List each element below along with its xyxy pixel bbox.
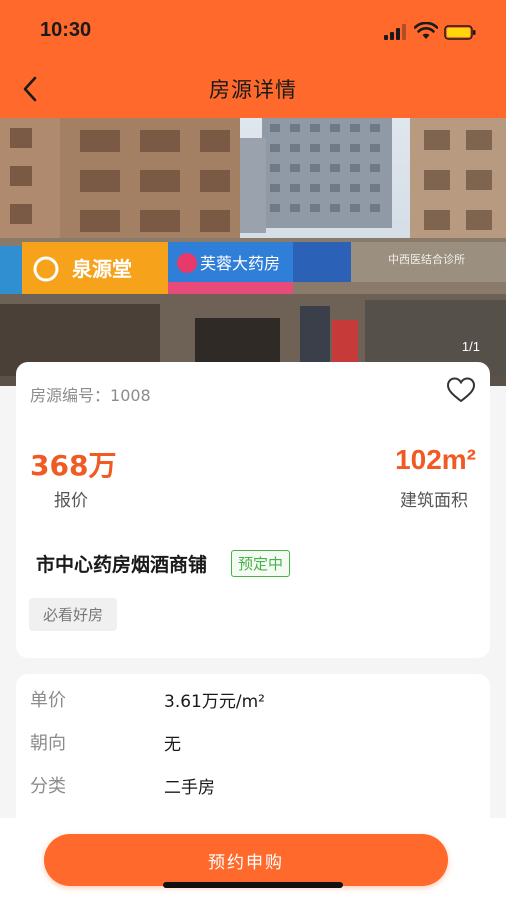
- detail-value: 无: [164, 735, 181, 755]
- detail-value: 二手房: [164, 778, 215, 798]
- page-title: 房源详情: [209, 78, 297, 102]
- bottom-action-bar: 预约申购: [0, 818, 506, 900]
- listing-number-label: 房源编号：: [30, 386, 111, 405]
- photo-counter: 1/1: [461, 339, 480, 354]
- storefront-image: 泉源堂 芙蓉大药房 中西医结合诊所: [0, 118, 506, 386]
- price-value: 368万: [30, 449, 117, 482]
- app-header: 10:30 房源详情: [0, 0, 506, 118]
- area-label: 建筑面积: [400, 491, 468, 511]
- listing-number-value: 1008: [110, 386, 151, 405]
- property-photo[interactable]: 泉源堂 芙蓉大药房 中西医结合诊所 1/1: [0, 118, 506, 386]
- area-value: 102m²: [395, 444, 476, 475]
- detail-label: 朝向: [30, 733, 66, 754]
- sign-right: 中西医结合诊所: [388, 252, 465, 266]
- detail-label: 分类: [30, 776, 66, 797]
- sign-middle: 芙蓉大药房: [200, 254, 280, 273]
- detail-row-unit-price: 单价 3.61万元/m²: [30, 686, 470, 716]
- book-purchase-button[interactable]: 预约申购: [44, 834, 448, 886]
- cellular-signal-icon: [384, 24, 406, 40]
- status-icons: [384, 22, 484, 42]
- listing-summary-card: 房源编号：1008 368万 报价 102m² 建筑面积 市中心药房烟酒商铺 预…: [16, 362, 490, 658]
- sign-left: 泉源堂: [71, 257, 132, 281]
- nav-bar: 房源详情: [0, 60, 506, 118]
- home-indicator: [163, 882, 343, 888]
- wifi-icon: [414, 22, 438, 39]
- price-label: 报价: [54, 491, 88, 511]
- battery-icon: [444, 25, 476, 40]
- listing-number: 房源编号：1008: [30, 382, 151, 406]
- status-time: 10:30: [40, 19, 92, 41]
- listing-title: 市中心药房烟酒商铺: [36, 554, 208, 576]
- tag-chip: 必看好房: [29, 598, 118, 631]
- detail-label: 单价: [30, 690, 66, 711]
- heart-icon[interactable]: [446, 376, 476, 404]
- detail-value: 3.61万元/m²: [164, 692, 265, 712]
- status-bar: 10:30: [0, 0, 506, 60]
- status-badge: 预定中: [231, 550, 291, 577]
- detail-row-category: 分类 二手房: [30, 772, 470, 802]
- detail-row-orientation: 朝向 无: [30, 729, 470, 759]
